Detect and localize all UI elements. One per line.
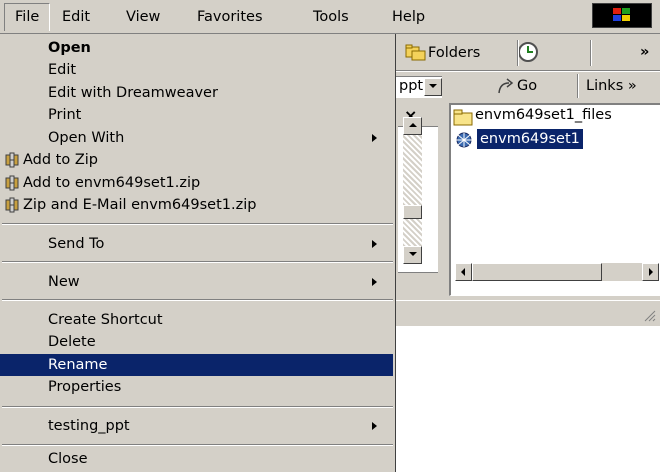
menu-separator [2,444,393,446]
toolbar-chevron[interactable]: » [640,44,649,60]
submenu-arrow-icon [372,422,377,430]
menu-item-testing-ppt[interactable]: testing_ppt [0,415,393,437]
menu-item-add-to-archive[interactable]: Add to envm649set1.zip [0,172,393,194]
menu-item-delete[interactable]: Delete [0,331,393,353]
menu-item-open-with[interactable]: Open With [0,127,393,149]
menu-separator [2,299,393,301]
menu-bar: File Edit View Favorites Tools Help [0,0,660,34]
windows-logo-icon [592,3,652,28]
submenu-arrow-icon [372,240,377,248]
menu-separator [2,223,393,225]
menu-item-add-to-zip[interactable]: Add to Zip [0,149,393,171]
winzip-icon [5,152,19,168]
list-item[interactable]: envm649set1 [453,129,660,150]
menu-file[interactable]: File [4,3,51,31]
file-list-pane: envm649set1_files envm649set1 [449,103,660,296]
toolbar-divider [396,70,660,72]
winzip-icon [5,197,19,213]
menu-item-edit-with-dreamweaver[interactable]: Edit with Dreamweaver [0,82,393,104]
menu-item-zip-and-email[interactable]: Zip and E-Mail envm649set1.zip [0,194,393,216]
menu-separator [2,406,393,408]
menu-item-new[interactable]: New [0,271,393,293]
folders-button[interactable]: Folders [405,40,543,66]
status-bar [396,300,660,326]
tree-scroll-down-button[interactable] [403,246,422,264]
web-document-icon [455,132,473,148]
menu-favorites[interactable]: Favorites [197,9,263,26]
menu-item-send-to[interactable]: Send To [0,233,393,255]
tree-pane-bottom [398,272,438,293]
menu-item-rename[interactable]: Rename [0,354,393,376]
winzip-icon [5,175,19,191]
address-dropdown-button[interactable] [424,78,442,96]
submenu-arrow-icon [372,278,377,286]
menu-item-edit[interactable]: Edit [0,59,393,81]
list-scroll-track[interactable] [472,263,642,281]
history-icon [518,42,538,62]
menu-item-print[interactable]: Print [0,104,393,126]
submenu-arrow-icon [372,134,377,142]
menu-item-properties[interactable]: Properties [0,376,393,398]
menu-item-close[interactable]: Close [0,448,393,470]
folder-icon [453,109,473,126]
file-name: envm649set1 [477,129,583,149]
folders-label: Folders [428,45,481,61]
go-label: Go [517,78,538,94]
go-button[interactable]: Go [496,76,568,98]
menu-view[interactable]: View [126,9,160,26]
menu-separator [2,261,393,263]
list-scroll-thumb[interactable] [472,263,602,281]
menu-item-create-shortcut[interactable]: Create Shortcut [0,309,393,331]
address-text: ppt [399,78,424,94]
file-menu-dropdown: Open Edit Edit with Dreamweaver Print Op… [0,34,396,472]
tree-pane [398,117,438,292]
go-arrow-icon [498,78,514,94]
resize-grip-icon [644,310,656,322]
menu-help[interactable]: Help [392,9,425,26]
links-button[interactable]: Links » [586,78,637,94]
toolbar-separator [517,40,519,66]
list-item[interactable]: envm649set1_files [453,107,660,127]
menu-item-open[interactable]: Open [0,37,393,59]
tree-scroll-thumb[interactable] [403,205,422,219]
toolbar-separator [590,40,592,66]
file-name: envm649set1_files [475,107,612,123]
tree-scroll-up-button[interactable] [403,117,422,135]
folders-icon [405,44,426,61]
list-scroll-left-button[interactable] [455,263,472,281]
menu-edit[interactable]: Edit [62,9,90,26]
toolbar-separator [577,74,579,98]
tree-scroll-track[interactable] [403,135,422,205]
list-scroll-right-button[interactable] [642,263,659,281]
menu-tools[interactable]: Tools [313,9,349,26]
tree-scroll-track[interactable] [403,219,422,246]
